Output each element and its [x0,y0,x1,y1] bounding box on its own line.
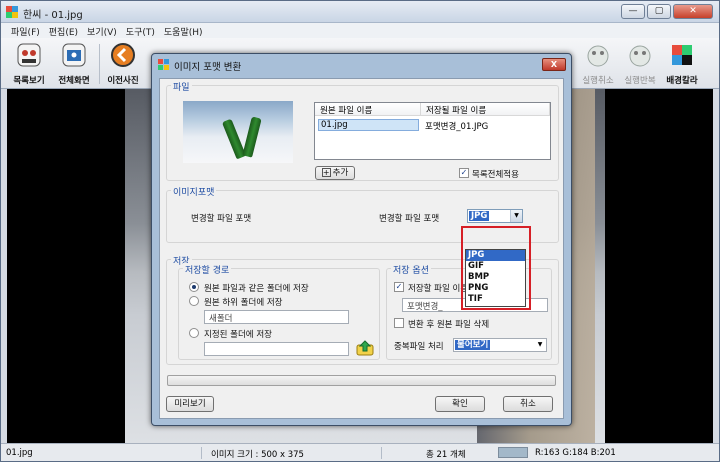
status-rgb: R:163 G:184 B:201 [535,448,616,458]
format-group-label: 이미지포맷 [171,185,217,198]
file-group-label: 파일 [171,80,192,93]
file-list[interactable]: 원본 파일 이름 저장될 파일 이름 01.jpg 포맷변경_01.JPG [314,102,551,160]
save-path-label: 저장할 경로 [183,263,232,276]
duplicate-label: 중복파일 처리 [394,342,444,352]
file-group: 파일 원본 파일 이름 저장될 파일 이름 01.jpg 포맷변경_01.JPG… [166,80,559,181]
same-folder-label: 원본 파일과 같은 폴더에 저장 [204,284,309,294]
custom-folder-label: 지정된 폴더에 저장 [204,330,272,340]
menu-tools[interactable]: 도구(T) [122,23,160,38]
menu-bar: 파일(F) 편집(E) 보기(V) 도구(T) 도움말(H) [1,23,719,38]
menu-edit[interactable]: 편집(E) [45,23,83,38]
delete-original-checkbox[interactable] [394,318,404,328]
window-title: 한씨 - 01.jpg [23,10,83,21]
target-format-select[interactable]: JPG ▼ [467,209,523,223]
plus-icon: + [321,168,331,177]
fullscreen-icon [62,43,86,67]
save-path-group: 저장할 경로 원본 파일과 같은 폴더에 저장 원본 하위 폴더에 저장 새폴더… [178,263,380,360]
apply-all-label: 목록전체적용 [472,170,519,180]
target-format-label: 변경할 파일 포맷 [379,214,440,224]
close-button[interactable]: ✕ [673,4,713,19]
status-bar: 01.jpg 이미지 크기 : 500 x 375 총 21 개체 R:163 … [1,443,719,461]
chevron-down-icon[interactable]: ▼ [534,339,546,351]
dialog-body: 파일 원본 파일 이름 저장될 파일 이름 01.jpg 포맷변경_01.JPG… [159,78,564,419]
status-divider [381,447,382,459]
thumbnail-bottle [242,116,262,158]
column-target-name[interactable]: 저장될 파일 이름 [421,103,550,116]
subfolder-label: 원본 하위 폴더에 저장 [204,298,283,308]
undo-icon [587,45,609,67]
column-source-name[interactable]: 원본 파일 이름 [315,103,421,116]
custom-folder-input[interactable] [204,342,349,356]
progress-bar [167,375,556,386]
undo-button[interactable]: 실행취소 [575,41,621,87]
previous-photo-icon [111,43,135,67]
dialog-title: 이미지 포맷 변환 [174,62,242,73]
file-row-source[interactable]: 01.jpg [318,119,419,131]
menu-view[interactable]: 보기(V) [83,23,122,38]
dialog-title-bar: 이미지 포맷 변환 X [152,54,571,76]
background-color-button[interactable]: 배경칼라 [659,41,705,87]
save-options-label: 저장 옵션 [391,263,431,276]
redo-button[interactable]: 실행반복 [617,41,663,87]
subfolder-radio[interactable] [189,296,199,306]
menu-help[interactable]: 도움말(H) [160,23,208,38]
minimize-button[interactable]: — [621,4,645,19]
file-thumbnail [183,101,293,163]
folder-browse-icon[interactable] [356,339,374,357]
delete-original-label: 변환 후 원본 파일 삭제 [408,320,490,330]
list-view-icon [17,43,41,67]
ok-button[interactable]: 확인 [435,396,485,412]
status-filename: 01.jpg [6,448,33,458]
highlight-box [461,226,531,310]
app-logo-icon [6,6,18,18]
background-color-icon [672,45,692,65]
status-color-swatch [498,447,528,458]
title-bar: 한씨 - 01.jpg — ▢ ✕ [1,1,719,23]
file-row-target: 포맷변경_01.JPG [425,122,489,132]
redo-icon [629,45,651,67]
prefix-checkbox[interactable]: ✓ [394,282,404,292]
format-convert-dialog: 이미지 포맷 변환 X 파일 원본 파일 이름 저장될 파일 이름 01.jpg… [151,53,572,426]
dialog-app-icon [158,59,169,70]
dialog-close-button[interactable]: X [542,58,566,71]
status-total: 총 21 개체 [426,450,466,460]
restore-button[interactable]: ▢ [647,4,671,19]
previous-photo-button[interactable]: 이전사진 [100,41,146,87]
custom-folder-radio[interactable] [189,328,199,338]
apply-all-checkbox[interactable]: ✓ [459,168,469,178]
same-folder-radio[interactable] [189,282,199,292]
window-controls: — ▢ ✕ [621,4,713,19]
status-image-size: 이미지 크기 : 500 x 375 [211,450,304,460]
fullscreen-button[interactable]: 전체화면 [51,41,97,87]
list-view-button[interactable]: 목록보기 [6,41,52,87]
chevron-down-icon[interactable]: ▼ [510,210,522,222]
source-format-label: 변경할 파일 포맷 [191,214,252,224]
cancel-button[interactable]: 취소 [503,396,553,412]
subfolder-name-input[interactable]: 새폴더 [204,310,349,324]
add-file-button[interactable]: + 추가 [315,166,355,180]
status-divider [201,447,202,459]
preview-button[interactable]: 미리보기 [166,396,214,412]
menu-file[interactable]: 파일(F) [7,23,45,38]
duplicate-select[interactable]: 물어보기 ▼ [453,338,547,352]
